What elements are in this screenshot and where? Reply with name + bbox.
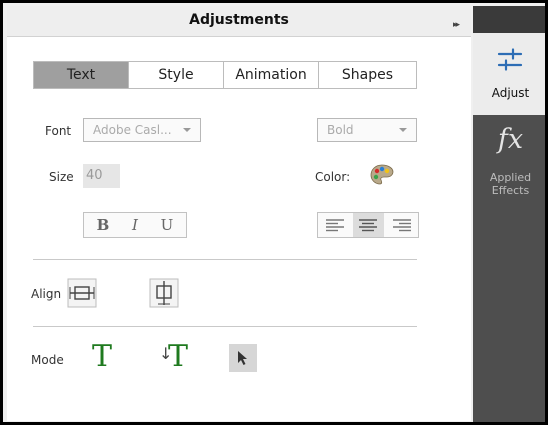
adjustments-panel: Text Style Animation Shapes Font Adobe C… (7, 37, 471, 421)
fx-icon: fx (497, 124, 524, 155)
font-size-input[interactable]: 40 (83, 164, 120, 188)
move-tool-button[interactable] (229, 344, 257, 372)
tab-bar: Text Style Animation Shapes (33, 61, 417, 90)
sidebar-top-strip (473, 6, 545, 33)
italic-button[interactable]: I (122, 213, 148, 237)
font-family-value: Adobe Casl... (93, 123, 172, 137)
font-label: Font (45, 124, 72, 138)
tab-shapes[interactable]: Shapes (318, 61, 417, 89)
size-label: Size (49, 170, 74, 184)
chevron-down-icon (399, 128, 407, 132)
cursor-arrow-icon (238, 351, 247, 365)
vertical-text-glyph: T (168, 339, 189, 374)
horizontal-text-tool[interactable]: T (87, 340, 117, 374)
underline-button[interactable]: U (154, 213, 180, 237)
font-family-dropdown[interactable]: Adobe Casl... (83, 118, 201, 142)
font-weight-dropdown[interactable]: Bold (317, 118, 417, 142)
font-weight-value: Bold (327, 123, 354, 137)
font-size-value: 40 (86, 168, 103, 183)
vertical-text-tool[interactable]: ↓ T (159, 340, 193, 374)
section-divider (33, 259, 417, 260)
applied-label: Applied (489, 171, 532, 184)
sliders-icon (497, 48, 523, 71)
section-divider (33, 326, 417, 327)
tab-animation[interactable]: Animation (223, 61, 319, 89)
sidebar: Adjust fx Applied Effects (473, 6, 545, 422)
sidebar-item-label: Applied Effects (473, 171, 545, 197)
align-left-icon[interactable] (325, 218, 345, 232)
adjustments-window: Adjustments ▸▸ Text Style Animation Shap… (0, 0, 548, 425)
sidebar-item-adjust[interactable]: Adjust (473, 33, 545, 115)
tab-style[interactable]: Style (128, 61, 224, 89)
tab-text[interactable]: Text (33, 61, 129, 89)
collapse-panel-icon[interactable]: ▸▸ (453, 20, 460, 30)
align-middle-horizontal-icon[interactable] (67, 278, 97, 308)
sidebar-item-label: Adjust (491, 86, 530, 100)
align-label: Align (31, 287, 62, 301)
chevron-down-icon (183, 128, 191, 132)
text-align-group (317, 212, 419, 238)
align-middle-vertical-icon[interactable] (149, 278, 179, 308)
text-style-group: B I U (83, 212, 187, 238)
color-label: Color: (315, 170, 351, 184)
panel-header: Adjustments ▸▸ (7, 6, 471, 37)
align-center-icon[interactable] (358, 218, 378, 232)
bold-button[interactable]: B (90, 213, 116, 237)
color-palette-icon[interactable] (370, 164, 394, 186)
effects-label: Effects (491, 184, 530, 197)
align-right-icon[interactable] (392, 218, 412, 232)
mode-label: Mode (31, 353, 64, 367)
panel-title: Adjustments (189, 12, 289, 28)
